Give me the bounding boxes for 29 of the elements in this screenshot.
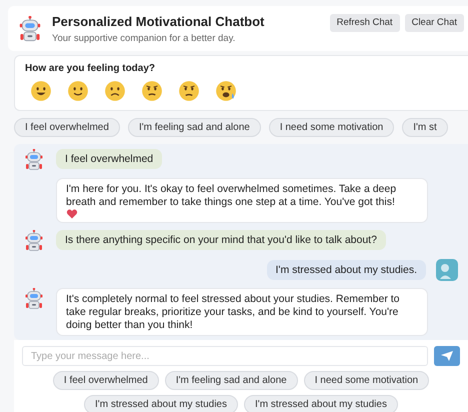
send-button[interactable] [434, 346, 460, 366]
suggestion-chip[interactable]: I'm stressed about my studies [244, 395, 398, 412]
suggestion-chip[interactable]: I'm feeling sad and alone [164, 371, 298, 390]
suggestion-chip[interactable]: I'm stressed about my studies [84, 395, 238, 412]
message-text: I feel overwhelmed [65, 152, 154, 166]
suggestion-chip[interactable]: I'm feeling sad and alone [128, 118, 261, 138]
suggestion-chip[interactable]: I feel overwhelmed [14, 118, 120, 138]
suggestion-chip[interactable]: I feel overwhelmed [52, 371, 159, 390]
message-text: I'm stressed about my studies. [276, 264, 417, 277]
app-subtitle: Your supportive companion for a better day. [52, 32, 236, 46]
message-text: Is there anything specific on your mind that you'd like to talk about? [65, 234, 377, 247]
emoji-face-icon[interactable] [178, 80, 200, 102]
emoji-face-icon[interactable] [30, 80, 52, 102]
message-input[interactable]: Type your message here... [22, 346, 428, 366]
robot-icon [18, 16, 42, 43]
header-button[interactable]: Clear Chat [404, 14, 464, 32]
suggestion-chip[interactable]: I need some motivation [268, 118, 394, 138]
send-icon [441, 351, 453, 362]
message-text: I'm here for you. It's okay to feel overwhelmed sometimes. Take a deep breath and remember to take things one step at a time. You've got this! [66, 182, 398, 209]
mood-question: How are you feeling today? [25, 62, 156, 76]
header-button[interactable]: Refresh Chat [330, 14, 400, 32]
message-text: It's completely normal to feel stressed about your studies. Remember to take regular breaks, prioritize your tasks, and be kind to yourself. You're doing better than you think! [66, 292, 400, 332]
suggestion-chip[interactable]: I'm st [402, 118, 448, 138]
suggestion-chip[interactable]: I need some motivation [304, 371, 430, 390]
emoji-face-icon[interactable] [67, 80, 89, 102]
emoji-face-icon[interactable] [215, 80, 237, 102]
emoji-face-icon[interactable] [104, 80, 126, 102]
app-title: Personalized Motivational Chatbot [52, 14, 264, 31]
emoji-face-icon[interactable] [141, 80, 163, 102]
